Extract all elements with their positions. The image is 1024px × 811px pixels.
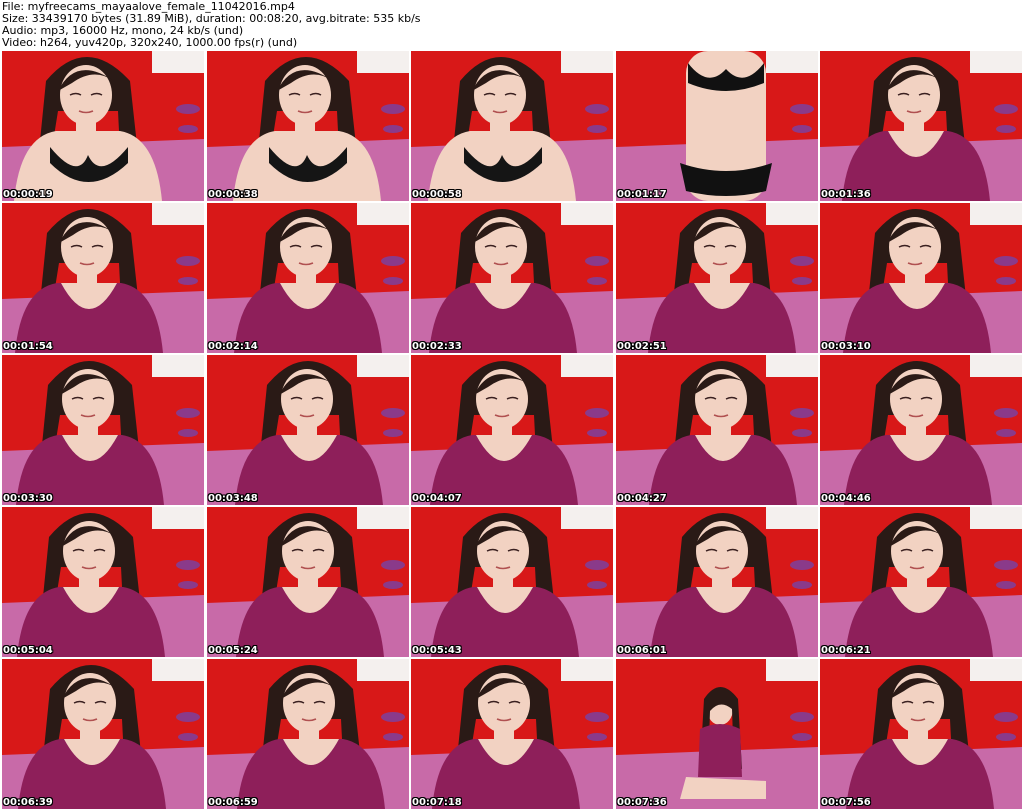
video-thumbnail: 00:04:07 [411, 355, 613, 505]
video-thumbnail: 00:05:43 [411, 507, 613, 657]
thumbnail-timestamp: 00:06:01 [617, 645, 667, 656]
thumbnail-timestamp: 00:06:21 [821, 645, 871, 656]
thumbnail-scene [411, 507, 613, 657]
thumbnail-scene [411, 203, 613, 353]
video-thumbnail: 00:03:48 [207, 355, 409, 505]
video-thumbnail: 00:06:21 [820, 507, 1022, 657]
thumbnail-timestamp: 00:05:43 [412, 645, 462, 656]
thumbnail-timestamp: 00:00:58 [412, 189, 462, 200]
thumbnail-timestamp: 00:01:36 [821, 189, 871, 200]
thumbnail-timestamp: 00:03:48 [208, 493, 258, 504]
thumbnail-scene [2, 355, 204, 505]
thumbnail-timestamp: 00:06:59 [208, 797, 258, 808]
thumbnail-scene [2, 51, 204, 201]
thumbnail-timestamp: 00:03:30 [3, 493, 53, 504]
thumbnail-scene [820, 355, 1022, 505]
thumbnail-timestamp: 00:02:33 [412, 341, 462, 352]
thumbnail-timestamp: 00:05:24 [208, 645, 258, 656]
thumbnail-timestamp: 00:06:39 [3, 797, 53, 808]
video-thumbnail: 00:07:18 [411, 659, 613, 809]
thumbnail-scene [820, 51, 1022, 201]
thumbnail-scene [2, 203, 204, 353]
thumbnail-timestamp: 00:02:51 [617, 341, 667, 352]
thumbnail-timestamp: 00:01:54 [3, 341, 53, 352]
thumbnail-timestamp: 00:07:36 [617, 797, 667, 808]
thumbnail-timestamp: 00:07:56 [821, 797, 871, 808]
video-thumbnail: 00:02:33 [411, 203, 613, 353]
thumbnail-scene [2, 507, 204, 657]
file-info-header: File: myfreecams_mayaalove_female_110420… [2, 1, 1022, 50]
thumbnail-scene [411, 659, 613, 809]
thumbnail-scene [207, 507, 409, 657]
video-thumbnail: 00:00:19 [2, 51, 204, 201]
video-thumbnail: 00:04:27 [616, 355, 818, 505]
video-thumbnail: 00:01:36 [820, 51, 1022, 201]
video-thumbnail: 00:01:17 [616, 51, 818, 201]
thumbnail-scene [207, 203, 409, 353]
thumbnail-scene [207, 659, 409, 809]
thumbnail-scene [411, 51, 613, 201]
thumbnail-timestamp: 00:05:04 [3, 645, 53, 656]
video-thumbnail: 00:00:38 [207, 51, 409, 201]
thumbnail-scene [616, 659, 818, 809]
video-thumbnail: 00:04:46 [820, 355, 1022, 505]
thumbnail-scene [207, 51, 409, 201]
thumbnail-timestamp: 00:03:10 [821, 341, 871, 352]
thumbnail-timestamp: 00:02:14 [208, 341, 258, 352]
thumbnail-scene [207, 355, 409, 505]
thumbnail-timestamp: 00:04:46 [821, 493, 871, 504]
video-thumbnail: 00:02:14 [207, 203, 409, 353]
thumbnail-scene [2, 659, 204, 809]
thumbnail-timestamp: 00:04:07 [412, 493, 462, 504]
thumbnail-scene [616, 203, 818, 353]
thumbnail-timestamp: 00:07:18 [412, 797, 462, 808]
video-thumbnail: 00:02:51 [616, 203, 818, 353]
video-thumbnail: 00:03:30 [2, 355, 204, 505]
thumbnail-scene [820, 659, 1022, 809]
thumbnail-scene [820, 203, 1022, 353]
video-thumbnail: 00:05:04 [2, 507, 204, 657]
thumbnail-scene [616, 51, 818, 201]
thumbnail-timestamp: 00:00:38 [208, 189, 258, 200]
video-thumbnail: 00:07:36 [616, 659, 818, 809]
video-thumbnail: 00:05:24 [207, 507, 409, 657]
video-thumbnail: 00:07:56 [820, 659, 1022, 809]
video-thumbnail: 00:00:58 [411, 51, 613, 201]
video-thumbnail: 00:01:54 [2, 203, 204, 353]
thumbnail-timestamp: 00:04:27 [617, 493, 667, 504]
video-thumbnail: 00:03:10 [820, 203, 1022, 353]
thumbnail-scene [616, 355, 818, 505]
thumbnail-grid: 00:00:19 00:00:38 00:00:58 00:01:17 00:01:36… [2, 51, 1022, 810]
video-line: Video: h264, yuv420p, 320x240, 1000.00 f… [2, 36, 298, 49]
video-thumbnail: 00:06:59 [207, 659, 409, 809]
thumbnail-scene [411, 355, 613, 505]
thumbnail-timestamp: 00:00:19 [3, 189, 53, 200]
video-thumbnail: 00:06:01 [616, 507, 818, 657]
video-thumbnail: 00:06:39 [2, 659, 204, 809]
thumbnail-scene [616, 507, 818, 657]
thumbnail-scene [820, 507, 1022, 657]
thumbnail-timestamp: 00:01:17 [617, 189, 667, 200]
